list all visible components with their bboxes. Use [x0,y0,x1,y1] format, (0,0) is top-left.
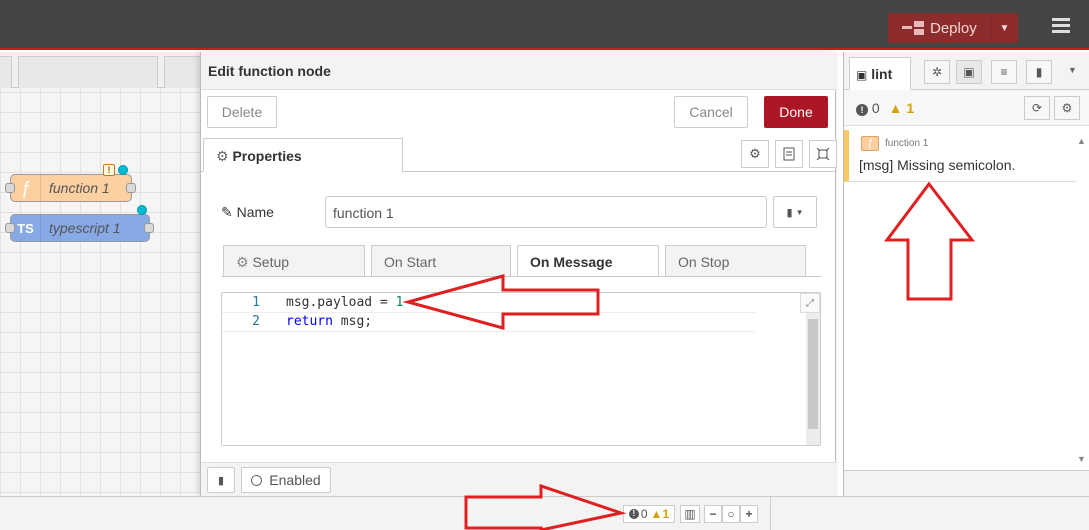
node-label: function 1 [49,180,110,196]
lint-icon[interactable]: ▣ [956,60,982,84]
tab-label: Properties [232,148,302,164]
output-port[interactable] [144,223,154,233]
gear-icon[interactable]: ⚙ [1054,96,1080,120]
function-icon: ƒ [11,175,41,201]
edit-tray: Edit function node Delete Cancel Done ⚙ … [200,52,837,496]
lint-toolbar: ! 0 ▲ 1 ⟳ ⚙ [844,90,1089,126]
book-icon[interactable]: ▮ [1026,60,1052,84]
library-button[interactable]: ▮ ▼ [773,196,817,228]
zoom-reset-icon[interactable]: ○ [722,505,740,523]
tag-icon: ✎ [221,204,233,220]
refresh-icon[interactable]: ⟳ [1024,96,1050,120]
error-icon: ! [628,509,639,519]
error-icon: ! [856,104,868,116]
caret-down-icon[interactable]: ▼ [1068,65,1077,75]
warning-icon: ▲ [650,507,663,521]
name-label: ✎ Name [221,204,274,220]
app-header: Deploy ▼ [0,0,1089,50]
sidebar-footer [844,470,1089,496]
code-text: msg.payload = [286,295,396,310]
lint-message: [msg] Missing semicolon. [859,157,1016,173]
flow-workspace[interactable]: ƒ function 1 ! TS typescript 1 [0,52,204,530]
menu-icon[interactable] [1052,18,1070,34]
sidebar-scrollbar[interactable]: ▲ ▼ [1075,136,1089,466]
changed-dot [118,165,128,175]
sidebar: ▣ lint ✲ ▣ ≡ ▮ ▼ ! 0 ▲ 1 ⟳ ⚙ ƒ function … [843,52,1089,496]
zoom-in-icon[interactable]: + [740,505,758,523]
zoom-out-icon[interactable]: − [704,505,722,523]
deploy-label: Deploy [930,19,977,37]
circle-icon [251,474,263,486]
lint-item[interactable]: ƒ function 1 [msg] Missing semicolon. [844,130,1076,182]
workspace-tab[interactable] [18,56,158,88]
status-divider [770,497,771,530]
lint-icon: ▣ [856,68,868,82]
output-port[interactable] [126,183,136,193]
name-input[interactable]: function 1 [325,196,767,228]
tray-tabs: ⚙ Properties ⚙ [201,136,837,172]
bug-icon[interactable]: ✲ [924,60,950,84]
function-icon: ƒ [861,136,879,151]
status-bar: ! 0 ▲ 1 ▥ − ○ + [0,496,1089,530]
line-number: 2 [252,314,260,329]
tray-footer: ▮ Enabled [201,462,837,496]
gear-icon: ⚙ [216,148,229,164]
tab-on-message[interactable]: On Message [517,245,659,277]
cancel-button[interactable]: Cancel [674,96,748,128]
code-editor[interactable]: 1 msg.payload = 1 2 return msg; ⤢ [221,292,821,446]
enabled-toggle[interactable]: Enabled [241,467,331,493]
tab-on-stop[interactable]: On Stop [665,245,806,277]
warning-badge: ! [103,164,115,176]
gear-icon[interactable]: ⚙ [741,140,769,168]
description-icon[interactable] [775,140,803,168]
notification-counts[interactable]: ! 0 ▲ 1 [623,505,675,523]
deploy-icon [888,13,930,43]
tab-on-start[interactable]: On Start [371,245,511,277]
function-node[interactable]: ƒ function 1 [10,174,132,202]
code-line: 1 msg.payload = 1 [222,295,756,313]
done-button[interactable]: Done [764,96,828,128]
line-number: 1 [252,295,260,310]
workspace-tab[interactable] [0,56,12,88]
scroll-down-icon[interactable]: ▼ [1077,454,1086,464]
gear-icon: ⚙ [236,254,249,270]
sidebar-tabs: ▣ lint ✲ ▣ ≡ ▮ ▼ [844,52,1089,90]
typescript-node[interactable]: TS typescript 1 [10,214,150,242]
code-number: 1 [395,295,404,310]
workspace-tabs [0,52,204,88]
input-port[interactable] [5,223,15,233]
warning-icon: ▲ [888,100,903,116]
code-line: 2 return msg; [222,314,756,332]
editor-scrollbar[interactable] [806,293,820,445]
expand-icon[interactable]: ⤢ [800,293,820,313]
book-icon: ▮ [786,206,793,219]
code-keyword: return [286,314,333,329]
database-icon[interactable]: ≡ [991,60,1017,84]
caret-down-icon: ▼ [795,207,804,217]
tabs-divider [221,276,821,277]
tab-lint[interactable]: ▣ lint [849,57,911,90]
deploy-button[interactable]: Deploy ▼ [888,13,1018,43]
tab-setup[interactable]: ⚙ Setup [223,245,365,277]
map-icon[interactable]: ▥ [680,505,700,523]
book-icon[interactable]: ▮ [207,467,235,493]
caret-down-icon[interactable]: ▼ [990,13,1018,43]
workspace-tab[interactable] [164,56,204,88]
node-label: typescript 1 [49,220,121,236]
code-text: msg; [332,314,373,329]
tab-properties[interactable]: ⚙ Properties [203,138,403,172]
lint-node-name: function 1 [885,138,929,149]
delete-button[interactable]: Delete [207,96,277,128]
appearance-icon[interactable] [809,140,837,168]
scroll-up-icon[interactable]: ▲ [1077,136,1086,146]
tray-title: Edit function node [201,52,837,90]
error-count: ! 0 ▲ 1 [856,100,914,116]
input-port[interactable] [5,183,15,193]
typescript-icon: TS [11,215,41,241]
changed-dot [137,205,147,215]
